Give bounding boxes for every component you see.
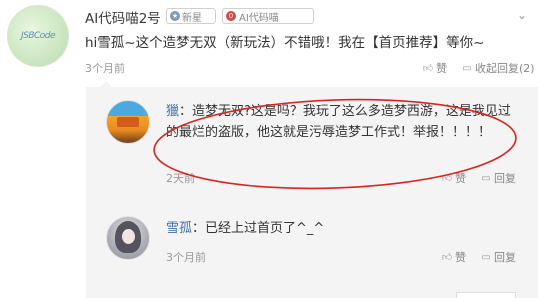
reply-username[interactable]: 獵 xyxy=(166,104,179,119)
thumbs-up-icon: 👍︎ xyxy=(441,172,453,184)
reply-button[interactable]: ▭ 回复 xyxy=(480,170,516,186)
reply-actions: 👍︎ 赞 ▭ 回复 xyxy=(441,170,516,186)
badge-new-label: 新星 xyxy=(182,12,202,24)
comment-icon: ▭ xyxy=(481,251,491,263)
reply-input[interactable] xyxy=(456,292,516,298)
reply-label: 回复 xyxy=(494,172,516,185)
badge-new-star[interactable]: ★ 新星 xyxy=(166,8,216,24)
collapse-replies-button[interactable]: ▭ 收起回复(2) xyxy=(461,60,535,76)
reply-button[interactable]: ▭ 回复 xyxy=(480,249,516,265)
reply-avatar[interactable] xyxy=(106,100,150,144)
like-label: 赞 xyxy=(455,172,466,185)
thumbs-up-icon: 👍︎ xyxy=(422,62,434,74)
reply-content: 雪孤：已经上过首页了^_^ xyxy=(166,218,516,239)
reply-text: ：已经上过首页了^_^ xyxy=(192,221,325,236)
post-avatar[interactable]: JSBCode xyxy=(7,5,69,67)
reply-text: ：造梦无双?这是吗？我玩了这么多造梦西游，这是我见过的最烂的盗版，他这就是污辱造… xyxy=(166,104,511,140)
like-button[interactable]: 👍︎ 赞 xyxy=(441,170,466,186)
chevron-down-icon[interactable]: ⌄ xyxy=(517,8,527,22)
group-icon: 0 xyxy=(226,11,236,21)
like-label: 赞 xyxy=(455,251,466,264)
post-actions: 👍︎ 赞 ▭ 收起回复(2) xyxy=(422,60,535,76)
comment-icon: ▭ xyxy=(462,62,472,74)
thumbs-up-icon: 👍︎ xyxy=(441,251,453,263)
comment-icon: ▭ xyxy=(481,172,491,184)
post-body: hi雪孤~这个造梦无双（新玩法）不错哦！我在【首页推荐】等你~ xyxy=(85,35,485,51)
reply-avatar[interactable] xyxy=(106,216,150,260)
like-button[interactable]: 👍︎ 赞 xyxy=(422,60,447,76)
star-icon: ★ xyxy=(170,11,180,21)
reply-username[interactable]: 雪孤 xyxy=(166,221,192,236)
reply-time: 2天前 xyxy=(166,172,195,185)
like-label: 赞 xyxy=(436,62,447,75)
reply-content: 獵：造梦无双?这是吗？我玩了这么多造梦西游，这是我见过的最烂的盗版，他这就是污辱… xyxy=(166,101,516,143)
collapse-label: 收起回复(2) xyxy=(475,62,535,75)
avatar-logo-text: JSBCode xyxy=(20,31,56,41)
post-time: 3个月前 xyxy=(85,62,125,75)
reply-actions: 👍︎ 赞 ▭ 回复 xyxy=(441,249,516,265)
badge-group[interactable]: 0 AI代码喵 xyxy=(222,8,314,24)
reply-time: 3个月前 xyxy=(166,251,206,264)
badge-group-label: AI代码喵 xyxy=(239,12,279,24)
reply-label: 回复 xyxy=(494,251,516,264)
like-button[interactable]: 👍︎ 赞 xyxy=(441,249,466,265)
post-username[interactable]: AI代码喵2号 xyxy=(85,7,161,27)
